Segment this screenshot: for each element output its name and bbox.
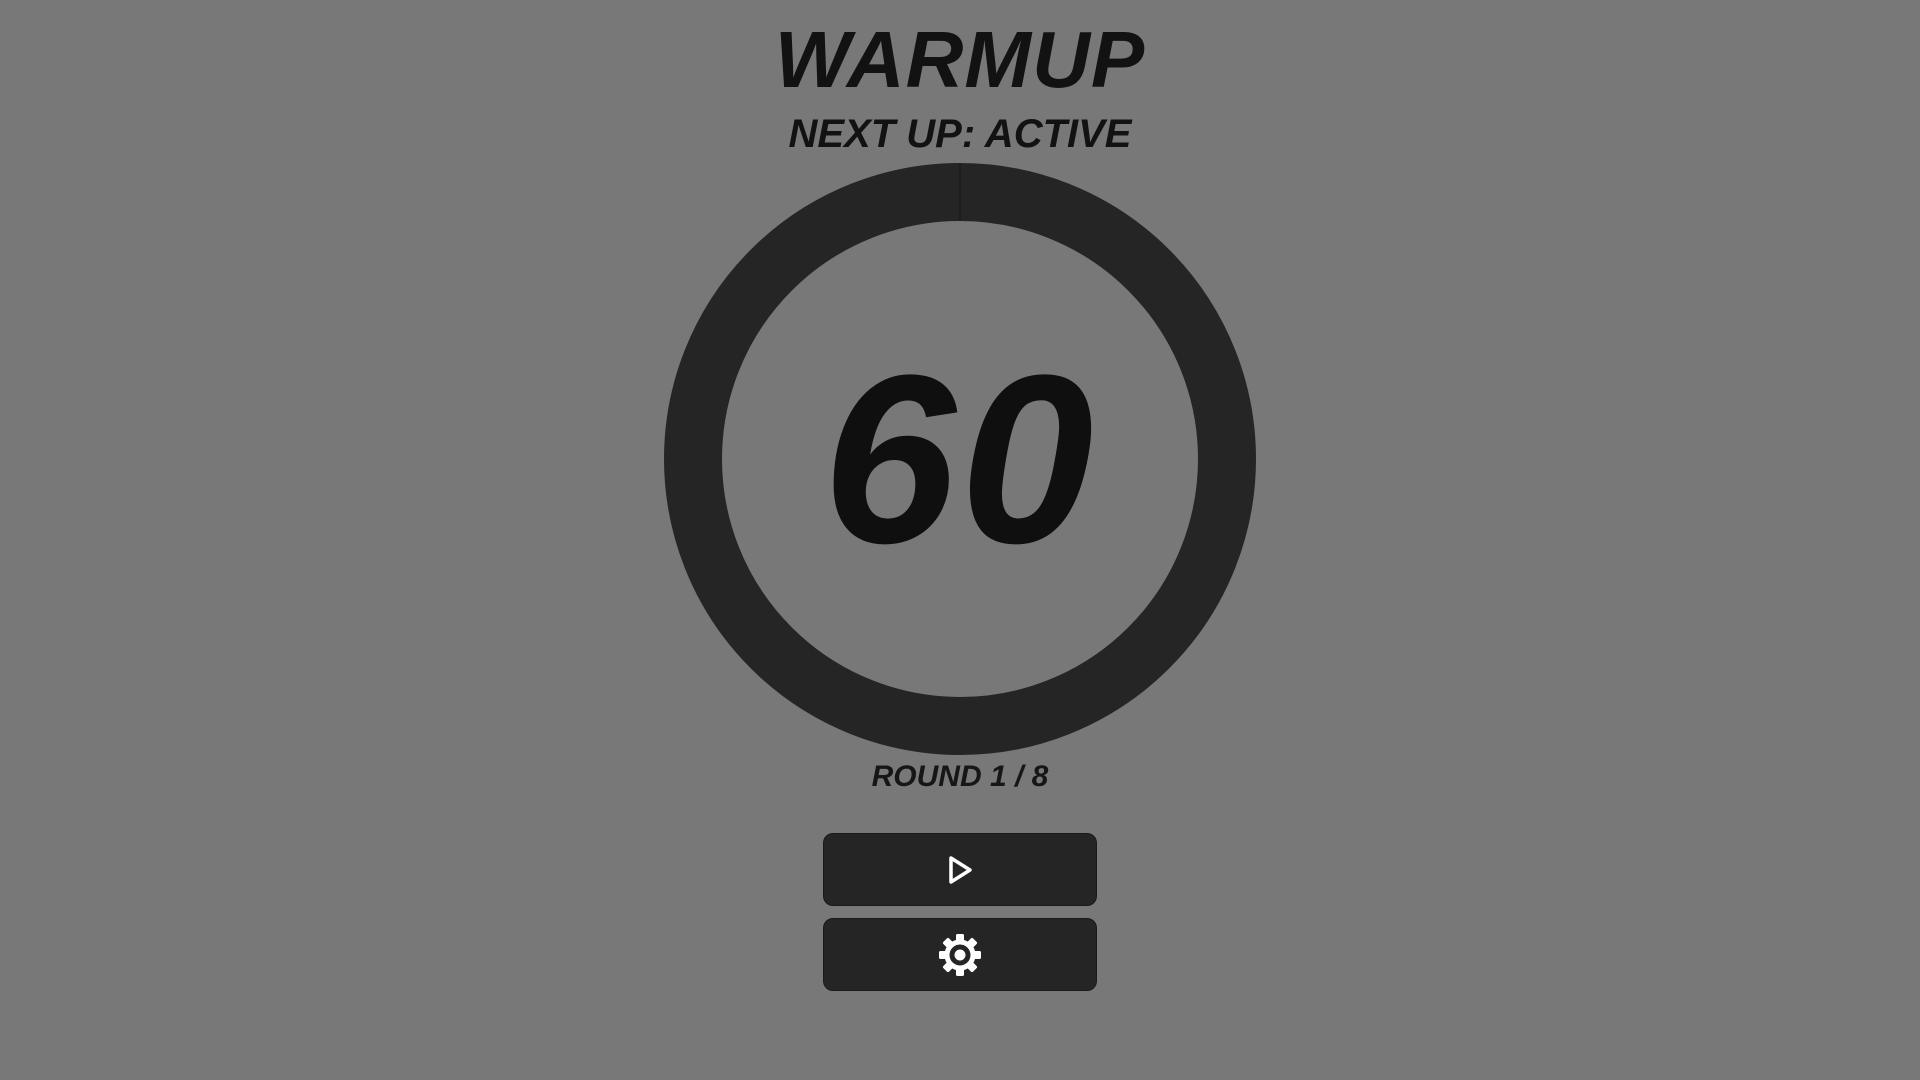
- countdown-value: 60: [822, 325, 1098, 593]
- countdown-ring: 60: [664, 163, 1256, 755]
- phase-title: WARMUP: [774, 15, 1146, 104]
- next-phase-label: NEXT UP: ACTIVE: [788, 112, 1132, 156]
- gear-icon: [939, 933, 981, 976]
- play-icon: [949, 855, 972, 884]
- play-button[interactable]: [823, 833, 1097, 906]
- round-counter: ROUND 1 / 8: [871, 760, 1049, 793]
- settings-button[interactable]: [823, 918, 1097, 991]
- timer-screen: WARMUP NEXT UP: ACTIVE 60 ROUND 1 / 8: [0, 0, 1920, 1080]
